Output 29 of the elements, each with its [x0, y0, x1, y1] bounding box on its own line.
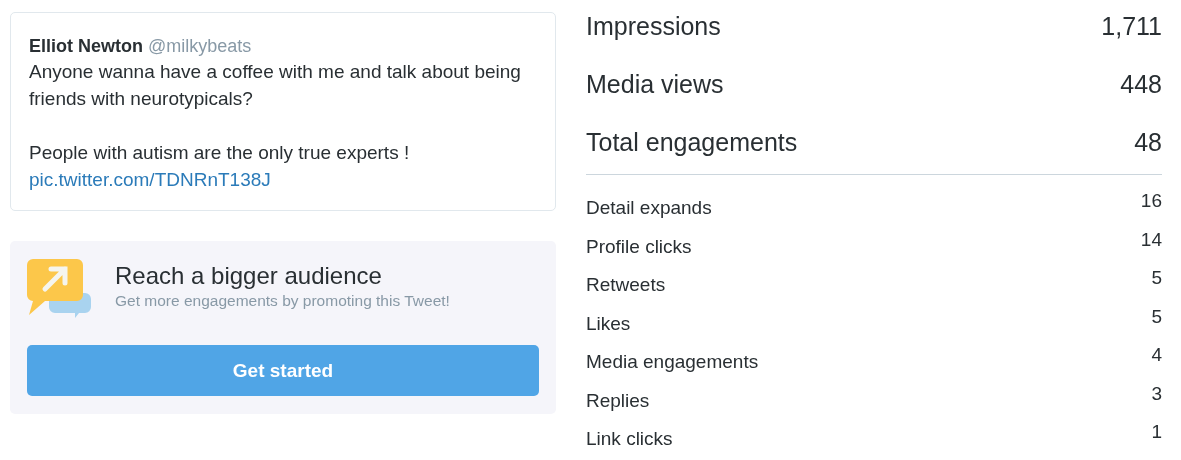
engagement-label: Media engagements — [586, 351, 759, 375]
metric-label: Impressions — [586, 12, 721, 40]
promo-subtitle: Get more engagements by promoting this Tweet! — [115, 291, 450, 311]
tweet-text: Anyone wanna have a coffee with me and talk about being friends with neurotypicals? — [29, 60, 522, 111]
author-name: Elliot Newton — [29, 35, 143, 58]
metric-label: Total engagements — [586, 127, 798, 156]
engagement-label: Retweets — [586, 274, 666, 298]
metric-label: Media views — [586, 69, 724, 98]
author-handle: @milkybeats — [148, 35, 252, 58]
engagement-label: Profile clicks — [586, 235, 692, 259]
tweet-link[interactable]: pic.twitter.com/TDNRnT138J — [29, 166, 537, 193]
get-started-button[interactable]: Get started — [27, 345, 539, 396]
engagement-label: Replies — [586, 389, 650, 413]
engagement-label: Likes — [586, 312, 631, 336]
metric-value: 1,711 — [1101, 12, 1162, 40]
speech-bubbles-icon — [27, 259, 91, 319]
engagement-value: 16 — [1140, 190, 1162, 214]
metric-value: 448 — [1120, 69, 1162, 98]
engagement-value: 1 — [1151, 421, 1162, 445]
tweet-text: People with autism are the only true experts ! — [29, 141, 411, 165]
engagement-label: Detail expands — [586, 197, 712, 221]
engagement-value: 3 — [1151, 382, 1162, 406]
engagement-value: 14 — [1140, 228, 1162, 252]
engagement-value: 4 — [1151, 344, 1162, 368]
engagement-value: 5 — [1151, 305, 1162, 329]
engagement-label: Link clicks — [586, 428, 673, 452]
engagement-value: 5 — [1151, 267, 1162, 291]
promo-title: Reach a bigger audience — [115, 261, 383, 291]
metric-value: 48 — [1134, 127, 1162, 156]
